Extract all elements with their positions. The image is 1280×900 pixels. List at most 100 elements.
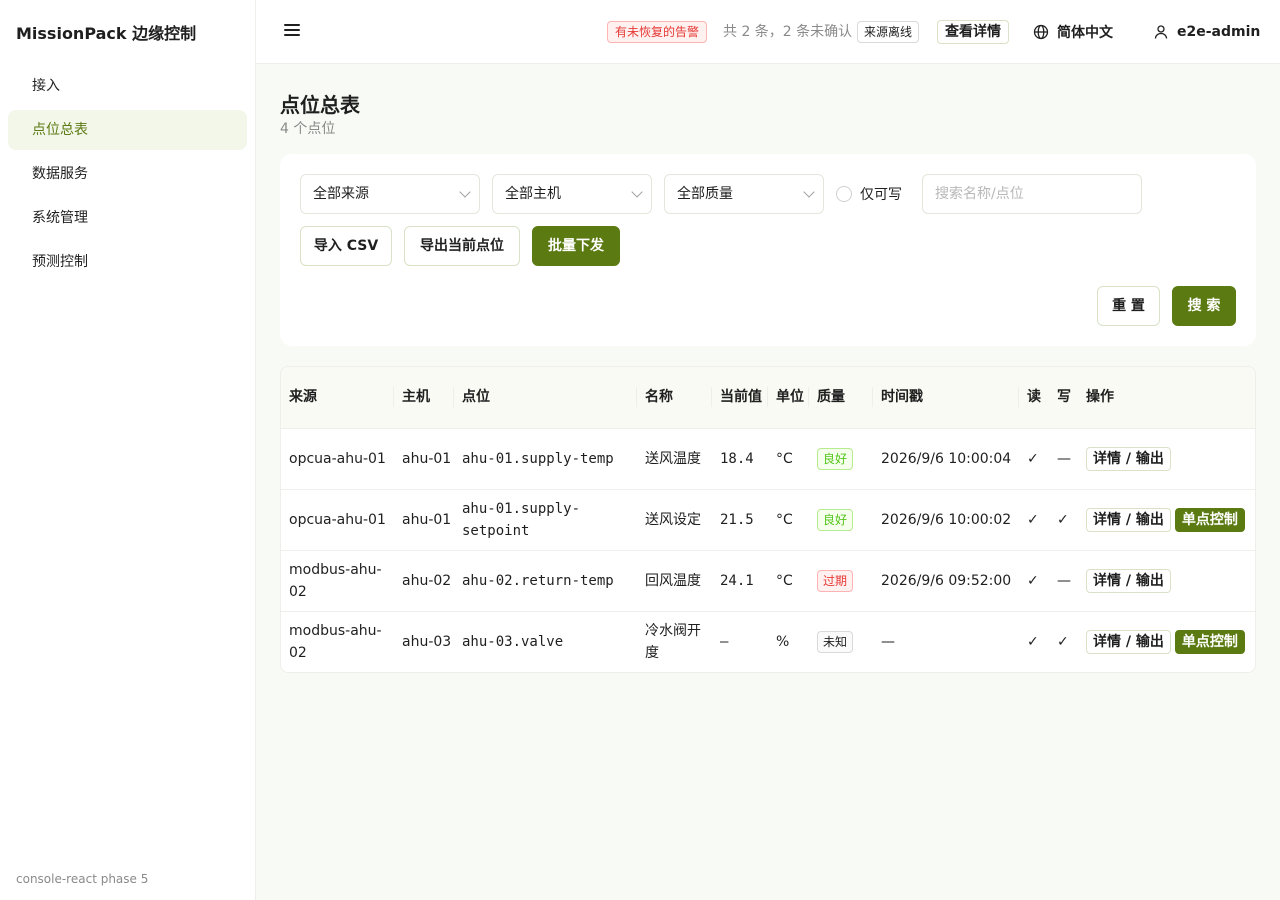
sidebar-item-system[interactable]: 系统管理 (8, 198, 247, 238)
points-table-panel: 来源 主机 点位 名称 当前值 单位 质量 时间戳 读 写 操作 opcua-a… (280, 366, 1256, 673)
table-row: opcua-ahu-01 ahu-01 ahu-01.supply-setpoi… (281, 489, 1255, 550)
writable-only-toggle[interactable]: 仅可写 (836, 184, 902, 204)
cell-value: 21.5 (720, 511, 754, 528)
chevron-down-icon (803, 186, 815, 198)
cell-quality: 过期 (809, 550, 873, 611)
source-offline-tag: 来源离线 (857, 21, 920, 43)
col-header-point[interactable]: 点位 (454, 367, 637, 428)
col-header-quality[interactable]: 质量 (809, 367, 873, 428)
quality-badge: 未知 (817, 630, 854, 653)
quality-badge: 过期 (817, 569, 854, 592)
col-header-timestamp[interactable]: 时间戳 (873, 367, 1019, 428)
writable-only-checkbox[interactable] (836, 186, 852, 202)
cell-unit: % (776, 633, 790, 650)
cell-read: ✓ (1027, 633, 1039, 650)
chevron-down-icon (459, 186, 471, 198)
search-button[interactable]: 搜 索 (1172, 286, 1236, 326)
language-label: 简体中文 (1057, 25, 1113, 41)
cell-timestamp: — (881, 633, 895, 650)
detail-output-button[interactable]: 详情 / 输出 (1086, 507, 1171, 532)
cell-source: modbus-ahu-02 (289, 561, 382, 600)
quality-badge: 良好 (817, 447, 854, 470)
top-header: 有未恢复的告警 共 2 条，2 条未确认 来源离线 查看详情 简体中文 e2e-… (256, 0, 1280, 64)
host-select[interactable]: 全部主机 (492, 174, 652, 214)
filter-panel: 全部来源 全部主机 全部质量 仅可写 导入 CSV 导出当前点位 批量下发 重 … (280, 154, 1256, 346)
quality-select[interactable]: 全部质量 (664, 174, 824, 214)
detail-output-button[interactable]: 详情 / 输出 (1086, 629, 1171, 654)
col-header-current-value[interactable]: 当前值 (712, 367, 768, 428)
cell-timestamp: 2026/9/6 10:00:02 (881, 511, 1012, 528)
cell-read: ✓ (1027, 450, 1039, 467)
col-header-host[interactable]: 主机 (394, 367, 454, 428)
table-header-row: 来源 主机 点位 名称 当前值 单位 质量 时间戳 读 写 操作 (281, 367, 1255, 428)
cell-read: ✓ (1027, 511, 1039, 528)
reset-button[interactable]: 重 置 (1097, 286, 1160, 326)
cell-ops: 详情 / 输出 (1078, 550, 1255, 611)
sidebar-item-predictive-control[interactable]: 预测控制 (8, 242, 247, 282)
cell-unit: °C (776, 450, 793, 467)
points-table: 来源 主机 点位 名称 当前值 单位 质量 时间戳 读 写 操作 opcua-a… (281, 367, 1255, 672)
cell-write: — (1057, 572, 1071, 589)
menu-icon[interactable] (284, 22, 300, 40)
user-menu[interactable]: e2e-admin (1153, 21, 1260, 43)
cell-name: 送风设定 (645, 511, 701, 528)
alarm-badge: 有未恢复的告警 (607, 21, 708, 43)
cell-quality: 良好 (809, 428, 873, 489)
col-header-read[interactable]: 读 (1019, 367, 1049, 428)
import-csv-button[interactable]: 导入 CSV (300, 226, 392, 266)
cell-host: ahu-01 (402, 511, 452, 528)
user-icon (1154, 25, 1168, 39)
col-header-source[interactable]: 来源 (281, 367, 394, 428)
single-point-control-button[interactable]: 单点控制 (1174, 507, 1245, 532)
export-points-button[interactable]: 导出当前点位 (404, 226, 520, 266)
cell-point: ahu-01.supply-temp (462, 450, 614, 467)
language-switcher[interactable]: 简体中文 (1033, 21, 1113, 43)
batch-write-button[interactable]: 批量下发 (532, 226, 620, 266)
search-input[interactable] (922, 174, 1142, 214)
sidebar-item-data-service[interactable]: 数据服务 (8, 154, 247, 194)
cell-host: ahu-02 (402, 572, 452, 589)
cell-timestamp: 2026/9/6 09:52:00 (881, 572, 1012, 589)
detail-output-button[interactable]: 详情 / 输出 (1086, 446, 1171, 471)
col-header-name[interactable]: 名称 (637, 367, 712, 428)
sidebar-item-access[interactable]: 接入 (8, 66, 247, 106)
globe-icon (1033, 24, 1049, 40)
cell-name: 送风温度 (645, 450, 701, 467)
quality-badge: 良好 (817, 508, 854, 531)
cell-source: modbus-ahu-02 (289, 622, 382, 661)
detail-output-button[interactable]: 详情 / 输出 (1086, 568, 1171, 593)
view-details-button[interactable]: 查看详情 (937, 20, 1009, 44)
cell-value: — (720, 633, 729, 650)
username: e2e-admin (1177, 24, 1261, 40)
cell-value: 18.4 (720, 450, 754, 467)
sidebar-nav: 接入 点位总表 数据服务 系统管理 预测控制 (8, 66, 247, 286)
col-header-write[interactable]: 写 (1049, 367, 1078, 428)
source-select-value: 全部来源 (313, 186, 369, 202)
cell-write: ✓ (1057, 511, 1069, 528)
cell-point: ahu-03.valve (462, 633, 564, 650)
cell-timestamp: 2026/9/6 10:00:04 (881, 450, 1012, 467)
sidebar: MissionPack 边缘控制 接入 点位总表 数据服务 系统管理 预测控制 … (0, 0, 256, 900)
cell-ops: 详情 / 输出 单点控制 (1078, 611, 1255, 672)
cell-unit: °C (776, 511, 793, 528)
cell-write: ✓ (1057, 633, 1069, 650)
cell-quality: 未知 (809, 611, 873, 672)
single-point-control-button[interactable]: 单点控制 (1174, 629, 1245, 654)
alarm-count-text: 共 2 条，2 条未确认 (723, 24, 853, 40)
cell-host: ahu-03 (402, 633, 452, 650)
cell-point: ahu-02.return-temp (462, 572, 614, 589)
cell-source: opcua-ahu-01 (289, 450, 386, 467)
source-select[interactable]: 全部来源 (300, 174, 480, 214)
page-title: 点位总表 (280, 93, 360, 117)
cell-value: 24.1 (720, 572, 754, 589)
sidebar-item-points[interactable]: 点位总表 (8, 110, 247, 150)
cell-write: — (1057, 450, 1071, 467)
col-header-unit[interactable]: 单位 (768, 367, 809, 428)
writable-only-label: 仅可写 (860, 187, 902, 203)
cell-host: ahu-01 (402, 450, 452, 467)
cell-quality: 良好 (809, 489, 873, 550)
cell-point: ahu-01.supply-setpoint (462, 500, 581, 539)
cell-ops: 详情 / 输出 (1078, 428, 1255, 489)
table-row: modbus-ahu-02 ahu-03 ahu-03.valve 冷水阀开度 … (281, 611, 1255, 672)
table-row: opcua-ahu-01 ahu-01 ahu-01.supply-temp 送… (281, 428, 1255, 489)
